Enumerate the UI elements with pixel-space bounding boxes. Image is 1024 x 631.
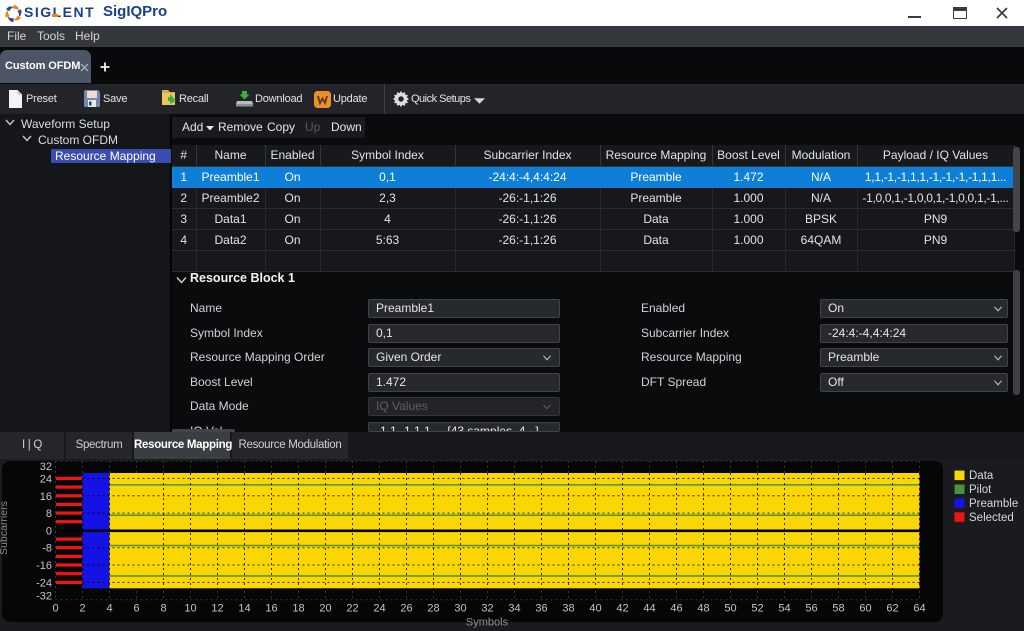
svg-text:-24: -24: [36, 577, 52, 589]
svg-text:Selected: Selected: [969, 512, 1014, 524]
svg-text:44: 44: [643, 603, 655, 615]
svg-text:36: 36: [535, 603, 547, 615]
svg-text:Data: Data: [969, 470, 994, 482]
svg-text:24: 24: [40, 473, 52, 485]
svg-text:62: 62: [886, 603, 898, 615]
svg-text:48: 48: [697, 603, 709, 615]
svg-text:-32: -32: [36, 591, 52, 603]
svg-text:14: 14: [238, 603, 250, 615]
svg-text:32: 32: [40, 461, 52, 473]
svg-text:60: 60: [859, 603, 871, 615]
svg-text:52: 52: [751, 603, 763, 615]
svg-text:64: 64: [913, 603, 925, 615]
svg-text:Symbols: Symbols: [466, 617, 509, 629]
svg-text:18: 18: [292, 603, 304, 615]
svg-text:Pilot: Pilot: [969, 484, 992, 496]
svg-text:4: 4: [106, 603, 112, 615]
svg-text:8: 8: [46, 508, 52, 520]
svg-text:8: 8: [160, 603, 166, 615]
svg-text:16: 16: [40, 491, 52, 503]
svg-text:24: 24: [373, 603, 385, 615]
svg-text:6: 6: [133, 603, 139, 615]
svg-text:38: 38: [562, 603, 574, 615]
svg-text:42: 42: [616, 603, 628, 615]
svg-text:22: 22: [346, 603, 358, 615]
svg-text:28: 28: [427, 603, 439, 615]
svg-text:32: 32: [481, 603, 493, 615]
svg-text:2: 2: [79, 603, 85, 615]
svg-text:20: 20: [319, 603, 331, 615]
svg-text:58: 58: [832, 603, 844, 615]
svg-text:12: 12: [211, 603, 223, 615]
svg-text:46: 46: [670, 603, 682, 615]
svg-text:50: 50: [724, 603, 736, 615]
svg-text:10: 10: [184, 603, 196, 615]
svg-text:56: 56: [805, 603, 817, 615]
svg-text:30: 30: [454, 603, 466, 615]
svg-text:16: 16: [265, 603, 277, 615]
svg-text:Preamble: Preamble: [969, 498, 1018, 510]
svg-text:-8: -8: [42, 543, 52, 555]
svg-text:-16: -16: [36, 560, 52, 572]
svg-text:34: 34: [508, 603, 520, 615]
svg-text:54: 54: [778, 603, 790, 615]
svg-text:Subcarriers: Subcarriers: [0, 501, 10, 555]
svg-text:40: 40: [589, 603, 601, 615]
svg-text:26: 26: [400, 603, 412, 615]
svg-text:0: 0: [46, 525, 52, 537]
svg-text:0: 0: [52, 603, 58, 615]
